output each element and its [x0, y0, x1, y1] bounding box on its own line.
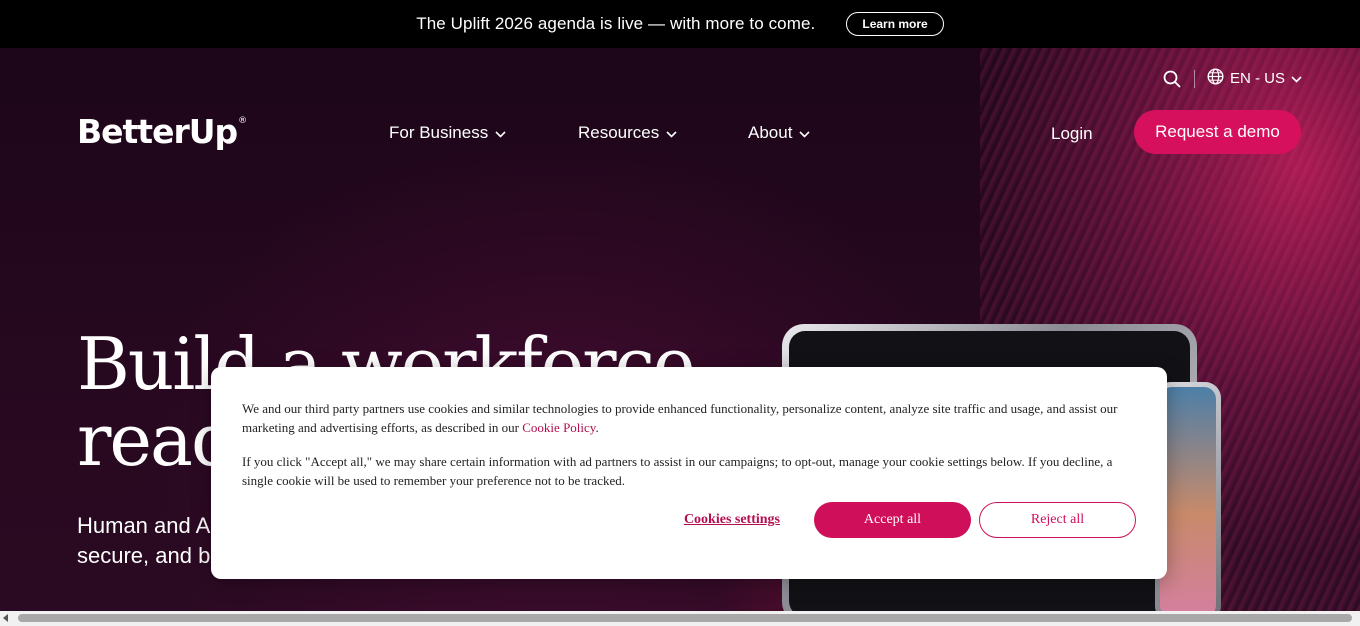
announcement-text: The Uplift 2026 agenda is live — with mo… [416, 14, 816, 33]
betterup-logo[interactable]: BetterUp® [77, 112, 247, 151]
utility-divider [1193, 69, 1195, 88]
globe-icon [1207, 68, 1224, 89]
cookies-settings-link[interactable]: Cookies settings [684, 512, 780, 528]
announcement-bar: The Uplift 2026 agenda is live — with mo… [0, 0, 1360, 48]
language-label: EN - US [1229, 70, 1285, 87]
scrollbar-thumb[interactable] [18, 614, 1352, 622]
reject-all-button[interactable]: Reject all [979, 502, 1136, 538]
cookie-paragraph-2: If you click "Accept all," we may share … [242, 454, 1113, 488]
learn-more-button[interactable]: Learn more [846, 12, 944, 36]
cookie-paragraph-1: We and our third party partners use cook… [242, 399, 1136, 437]
scroll-left-arrow-icon[interactable] [3, 614, 8, 622]
chevron-down-icon [1291, 70, 1302, 87]
search-icon[interactable] [1162, 69, 1182, 89]
cookie-text-1: We and our third party partners use cook… [242, 401, 1118, 435]
phone-screen [1160, 387, 1216, 611]
utility-bar: EN - US [1162, 68, 1302, 89]
cookie-consent-dialog: We and our third party partners use cook… [211, 367, 1167, 579]
nav-for-business[interactable]: For Business [389, 123, 506, 143]
nav-label: About [748, 123, 793, 142]
chevron-down-icon [799, 123, 811, 143]
login-link[interactable]: Login [1051, 124, 1093, 144]
cookie-actions: Cookies settings Accept all Reject all [684, 502, 1136, 538]
nav-resources[interactable]: Resources [578, 123, 677, 143]
logo-text: BetterUp [77, 112, 238, 151]
nav-label: For Business [389, 123, 489, 142]
cookie-policy-link[interactable]: Cookie Policy [522, 420, 595, 435]
nav-about[interactable]: About [748, 123, 811, 143]
language-selector[interactable]: EN - US [1207, 68, 1302, 89]
accept-all-button[interactable]: Accept all [814, 502, 971, 538]
logo-registered-mark: ® [238, 116, 247, 126]
horizontal-scrollbar[interactable] [0, 611, 1360, 626]
chevron-down-icon [666, 123, 677, 143]
request-demo-button[interactable]: Request a demo [1134, 110, 1301, 154]
nav-label: Resources [578, 123, 660, 142]
cookie-text-1-end: . [595, 420, 599, 435]
chevron-down-icon [495, 123, 506, 143]
